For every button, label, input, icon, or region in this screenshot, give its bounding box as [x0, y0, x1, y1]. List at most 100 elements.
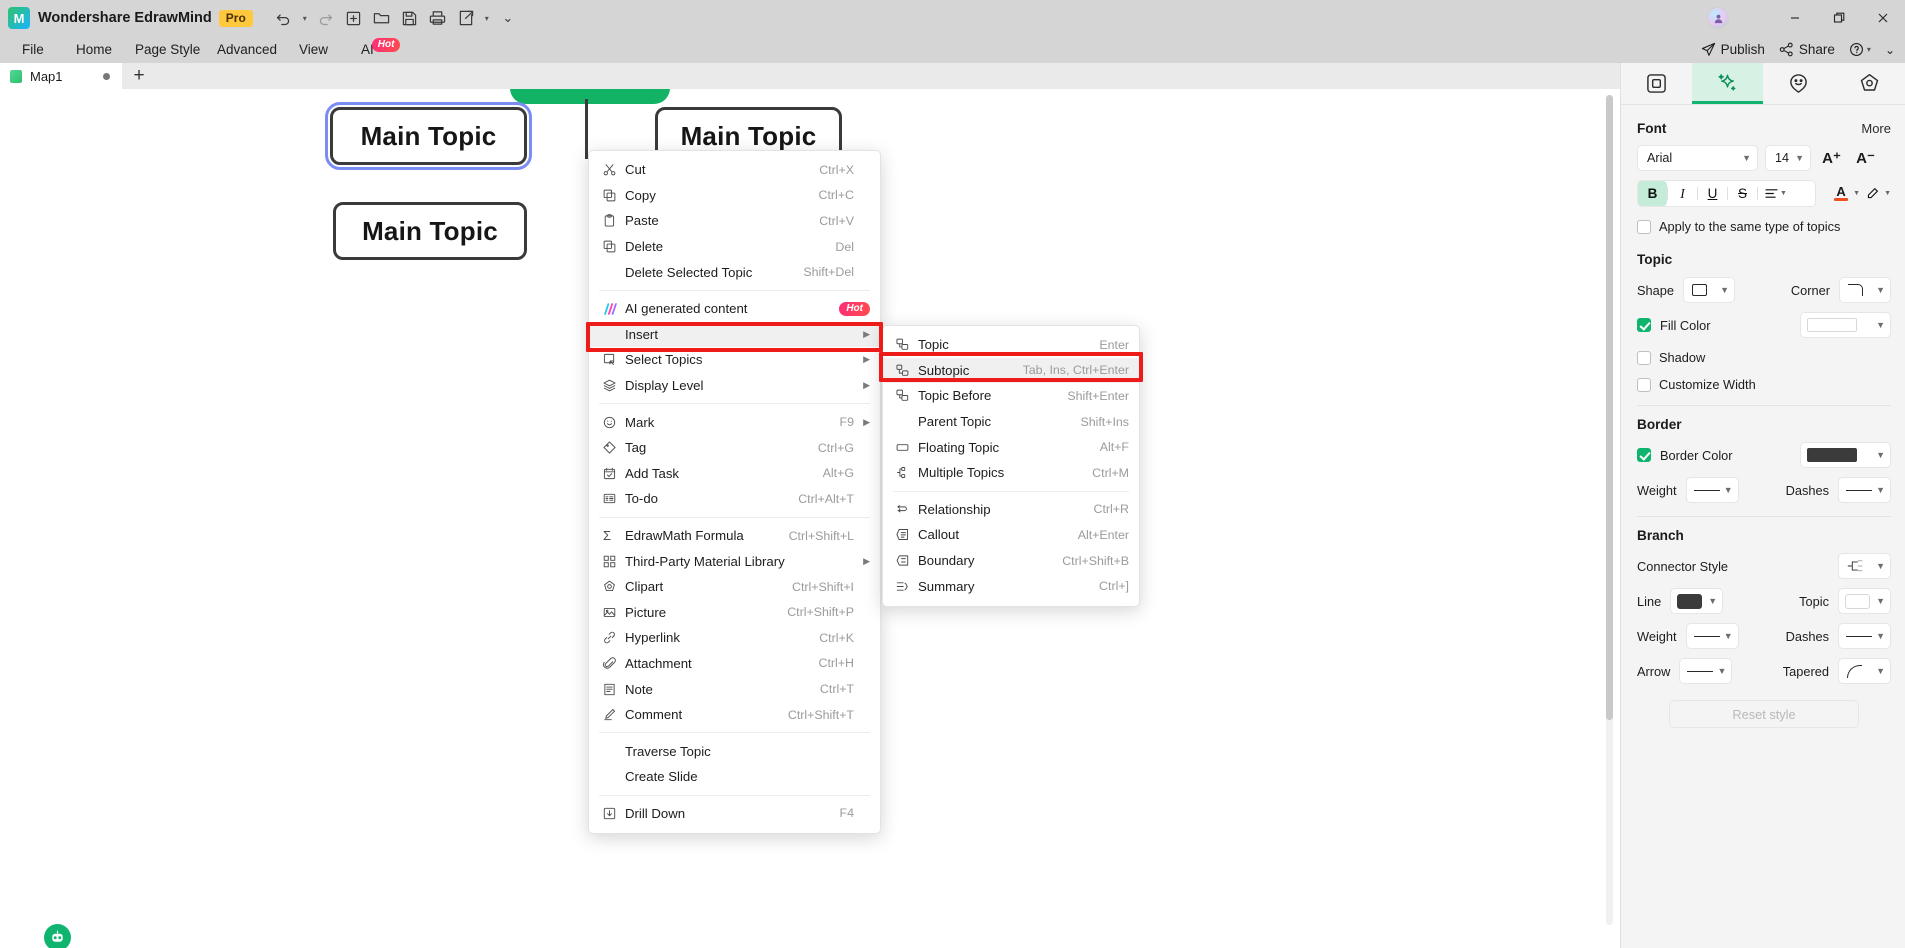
add-document-tab-button[interactable]: + [122, 63, 156, 89]
branch-dashes-select[interactable]: ▼ [1838, 623, 1891, 649]
more-options-icon[interactable]: ⌄ [495, 5, 521, 31]
ai-assistant-bot-icon[interactable] [44, 924, 71, 948]
export-dropdown-icon[interactable]: ▾ [481, 14, 493, 23]
print-icon[interactable] [425, 5, 451, 31]
border-dashes-select[interactable]: ▼ [1838, 477, 1891, 503]
border-color-select[interactable]: ▼ [1800, 442, 1891, 468]
context-menu-item-mark[interactable]: Mark F9 ▶ [589, 409, 880, 435]
redo-icon[interactable] [313, 5, 339, 31]
share-button[interactable]: Share [1779, 42, 1835, 57]
font-family-select[interactable]: Arial ▼ [1637, 145, 1758, 171]
export-icon[interactable] [453, 5, 479, 31]
chevron-down-icon[interactable]: ▼ [1884, 190, 1891, 197]
context-menu-item-delete-selected-topic[interactable]: Delete Selected Topic Shift+Del [589, 259, 880, 285]
tab-layout[interactable] [1621, 63, 1692, 104]
menu-item-file[interactable]: File [22, 40, 44, 59]
apply-same-type-checkbox[interactable] [1637, 219, 1651, 234]
increase-font-size-button[interactable]: A⁺ [1818, 145, 1845, 171]
border-color-checkbox[interactable] [1637, 448, 1651, 462]
font-more-link[interactable]: More [1861, 121, 1891, 136]
menu-item-ai[interactable]: AI Hot [361, 38, 401, 59]
new-icon[interactable] [341, 5, 367, 31]
context-menu-item-attachment[interactable]: Attachment Ctrl+H [589, 651, 880, 677]
context-menu-item-edrawmath-formula[interactable]: Σ EdrawMath Formula Ctrl+Shift+L [589, 523, 880, 549]
canvas-scrollbar-thumb[interactable] [1606, 95, 1613, 720]
context-menu-item-add-task[interactable]: Add Task Alt+G [589, 461, 880, 487]
context-menu-item-picture[interactable]: Picture Ctrl+Shift+P [589, 600, 880, 626]
tab-settings[interactable] [1834, 63, 1905, 104]
publish-button[interactable]: Publish [1701, 42, 1765, 57]
context-menu-item-insert[interactable]: Insert ▶ [589, 321, 880, 348]
context-menu-item-note[interactable]: Note Ctrl+T [589, 676, 880, 702]
italic-button[interactable]: I [1668, 181, 1697, 206]
topic-node-3[interactable]: Main Topic [333, 202, 527, 260]
shadow-checkbox[interactable] [1637, 350, 1651, 365]
fill-color-checkbox[interactable] [1637, 318, 1651, 332]
highlight-color-button[interactable] [1862, 181, 1882, 207]
context-menu-item-tag[interactable]: Tag Ctrl+G [589, 435, 880, 461]
menu-item-advanced[interactable]: Advanced [217, 40, 277, 59]
context-menu-item-delete[interactable]: Delete Del [589, 234, 880, 260]
menu-item-page-style[interactable]: Page Style [135, 40, 200, 59]
help-dropdown-icon[interactable]: ▾ [1867, 45, 1871, 54]
collapse-ribbon-button[interactable]: ⌄ [1885, 43, 1895, 57]
shape-select[interactable]: ▼ [1683, 277, 1736, 303]
submenu-item-topic-before[interactable]: Topic Before Shift+Enter [883, 383, 1139, 409]
strikethrough-button[interactable]: S [1728, 181, 1757, 206]
underline-button[interactable]: U [1698, 181, 1727, 206]
save-icon[interactable] [397, 5, 423, 31]
context-menu-item-clipart[interactable]: Clipart Ctrl+Shift+I [589, 574, 880, 600]
reset-style-button[interactable]: Reset style [1669, 700, 1859, 728]
font-size-select[interactable]: 14 ▼ [1765, 145, 1811, 171]
context-menu-item-display-level[interactable]: Display Level ▶ [589, 373, 880, 399]
context-menu[interactable]: Cut Ctrl+X Copy Ctrl+C Paste Ctrl+V Dele… [588, 150, 881, 835]
align-button[interactable]: ▼ [1758, 181, 1794, 206]
branch-weight-select[interactable]: ▼ [1685, 623, 1739, 649]
close-button[interactable] [1861, 0, 1905, 36]
topic-node-1[interactable]: Main Topic [325, 102, 532, 170]
submenu-item-boundary[interactable]: Boundary Ctrl+Shift+B [883, 548, 1139, 574]
submenu-item-floating-topic[interactable]: Floating Topic Alt+F [883, 434, 1139, 460]
tab-style[interactable] [1692, 63, 1763, 104]
context-menu-item-hyperlink[interactable]: Hyperlink Ctrl+K [589, 625, 880, 651]
apply-same-type-row[interactable]: Apply to the same type of topics [1637, 219, 1891, 234]
minimize-button[interactable] [1773, 0, 1817, 36]
customize-width-checkbox[interactable] [1637, 377, 1651, 392]
open-icon[interactable] [369, 5, 395, 31]
context-menu-item-select-topics[interactable]: Select Topics ▶ [589, 347, 880, 373]
fill-color-select[interactable]: ▼ [1800, 312, 1891, 338]
context-menu-item-to-do[interactable]: To-do Ctrl+Alt+T [589, 486, 880, 512]
submenu-item-relationship[interactable]: Relationship Ctrl+R [883, 497, 1139, 523]
submenu-item-topic[interactable]: Topic Enter [883, 332, 1139, 358]
context-menu-item-cut[interactable]: Cut Ctrl+X [589, 157, 880, 183]
border-weight-select[interactable]: ▼ [1685, 477, 1739, 503]
root-topic-node[interactable] [510, 89, 670, 104]
context-menu-item-drill-down[interactable]: Drill Down F4 [589, 801, 880, 827]
connector-style-select[interactable]: ▼ [1838, 553, 1891, 579]
customize-width-row[interactable]: Customize Width [1637, 377, 1891, 392]
context-menu-item-paste[interactable]: Paste Ctrl+V [589, 208, 880, 234]
document-tab-map1[interactable]: Map1 [0, 63, 122, 89]
context-menu-item-third-party-material-library[interactable]: Third-Party Material Library ▶ [589, 548, 880, 574]
context-menu-item-traverse-topic[interactable]: Traverse Topic [589, 738, 880, 764]
avatar[interactable] [1707, 7, 1729, 29]
submenu-item-parent-topic[interactable]: Parent Topic Shift+Ins [883, 409, 1139, 435]
branch-arrow-select[interactable]: ▼ [1679, 658, 1733, 684]
chevron-down-icon[interactable]: ▼ [1853, 190, 1860, 197]
bold-button[interactable]: B [1638, 181, 1667, 206]
shadow-row[interactable]: Shadow [1637, 350, 1891, 365]
context-menu-item-ai-generated-content[interactable]: AI generated content Hot [589, 296, 880, 322]
corner-select[interactable]: ▼ [1839, 277, 1891, 303]
undo-icon[interactable] [271, 5, 297, 31]
text-color-button[interactable]: A [1831, 181, 1851, 207]
insert-submenu[interactable]: Topic Enter Subtopic Tab, Ins, Ctrl+Ente… [882, 325, 1140, 607]
undo-dropdown-icon[interactable]: ▾ [299, 14, 311, 23]
submenu-item-callout[interactable]: Callout Alt+Enter [883, 522, 1139, 548]
help-button[interactable]: ▾ [1849, 42, 1871, 57]
branch-topic-color-select[interactable]: ▼ [1838, 588, 1891, 614]
menu-item-view[interactable]: View [299, 40, 328, 59]
context-menu-item-create-slide[interactable]: Create Slide [589, 764, 880, 790]
branch-tapered-select[interactable]: ▼ [1838, 658, 1891, 684]
decrease-font-size-button[interactable]: A⁻ [1852, 145, 1879, 171]
submenu-item-multiple-topics[interactable]: Multiple Topics Ctrl+M [883, 460, 1139, 486]
